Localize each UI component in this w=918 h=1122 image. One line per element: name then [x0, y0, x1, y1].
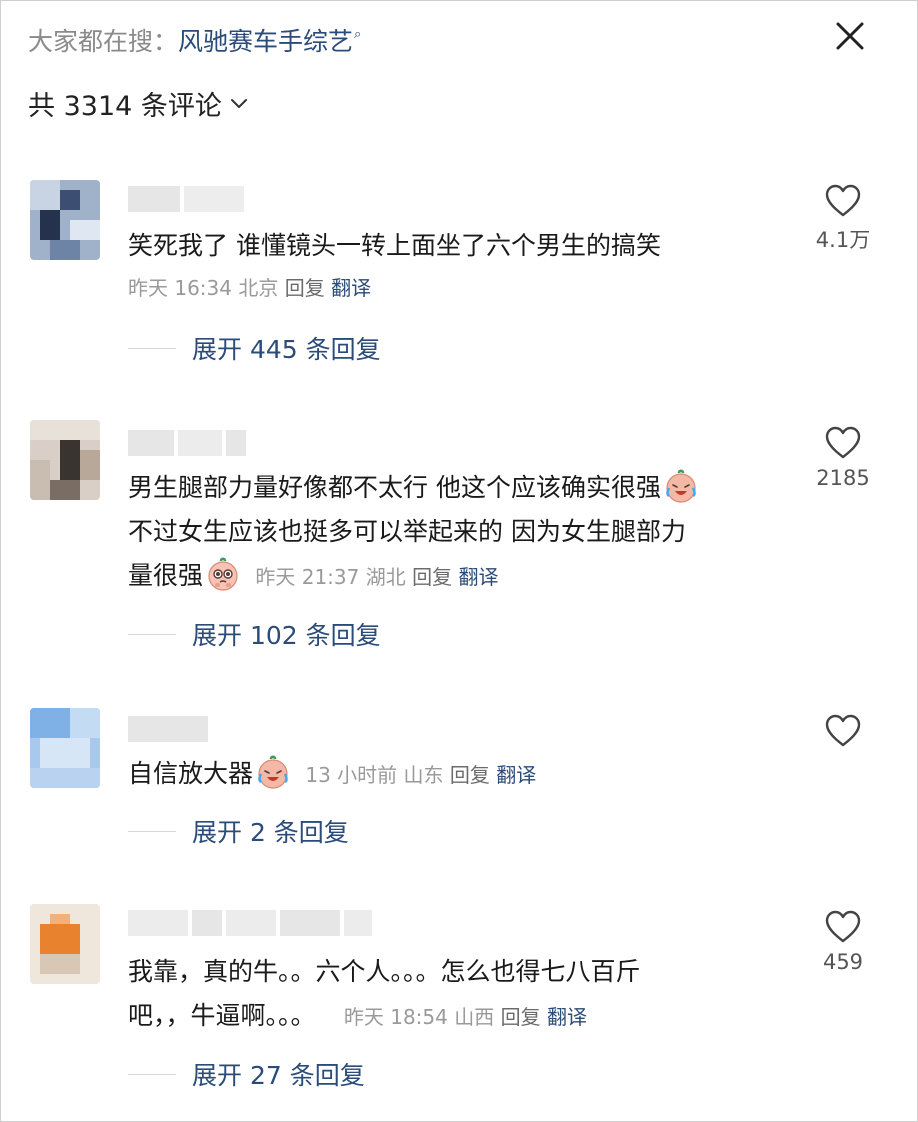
comment-time: 昨天 16:34 — [128, 276, 232, 300]
expand-replies[interactable]: 展开 102 条回复 — [128, 616, 381, 652]
chevron-down-icon — [230, 98, 247, 108]
comment-body: 男生腿部力量好像都不太行 他这个应该确实很强 — [128, 473, 661, 502]
comment-location: 山东 — [403, 763, 444, 787]
divider-line — [128, 830, 176, 832]
translate-button[interactable]: 翻译 — [331, 276, 371, 300]
username-blurred[interactable] — [128, 430, 246, 456]
expand-replies[interactable]: 展开 2 条回复 — [128, 813, 349, 849]
comment-body-line: 量很强 昨天 21:37 湖北 回复 翻译 — [128, 554, 778, 599]
heart-icon — [825, 714, 861, 747]
trending-search-term[interactable]: 风驰赛车手综艺 — [178, 27, 353, 56]
comment-body: 吧，，牛逼啊。。。 — [128, 1001, 316, 1030]
comment-count-sort[interactable]: 共 3314 条评论 — [28, 84, 248, 123]
avatar[interactable] — [30, 904, 100, 984]
search-icon: ⌕ — [354, 27, 362, 42]
reply-button[interactable]: 回复 — [412, 565, 452, 589]
like-button[interactable] — [812, 714, 874, 754]
heart-icon — [825, 184, 861, 217]
translate-button[interactable]: 翻译 — [458, 565, 498, 589]
close-icon[interactable] — [832, 18, 868, 54]
comment-location: 湖北 — [365, 565, 406, 589]
comment-body: 不过女生应该也挺多可以举起来的 因为女生腿部力 — [128, 517, 686, 546]
avatar[interactable] — [30, 180, 100, 260]
translate-button[interactable]: 翻译 — [496, 763, 536, 787]
comment-location: 北京 — [238, 276, 279, 300]
pleading-emoji — [208, 557, 238, 591]
comment-meta: 昨天 16:34 北京 回复 翻译 — [128, 268, 778, 308]
comment-text: 我靠，真的牛。。六个人。。。怎么也得七八百斤 吧，，牛逼啊。。。 昨天 18:5… — [128, 950, 778, 1039]
like-count: 459 — [822, 950, 864, 974]
avatar[interactable] — [30, 420, 100, 500]
comment-body-line: 自信放大器 13 小时前 山东 回复 翻译 — [128, 752, 778, 797]
expand-replies[interactable]: 展开 27 条回复 — [128, 1056, 365, 1092]
expand-replies-label: 展开 445 条回复 — [192, 335, 381, 364]
expand-replies[interactable]: 展开 445 条回复 — [128, 330, 381, 366]
comment-body-line: 吧，，牛逼啊。。。 昨天 18:54 山西 回复 翻译 — [128, 994, 778, 1039]
like-button[interactable]: 4.1万 — [812, 184, 874, 254]
expand-replies-label: 展开 102 条回复 — [192, 621, 381, 650]
reply-button[interactable]: 回复 — [501, 1005, 541, 1029]
comment-body: 我靠，真的牛。。六个人。。。怎么也得七八百斤 — [128, 957, 641, 986]
comment-count: 共 3314 条评论 — [28, 91, 222, 122]
comment-body: 量很强 — [128, 561, 204, 590]
comment-body: 笑死我了 谁懂镜头一转上面坐了六个男生的搞笑 — [128, 231, 661, 260]
comment-time: 昨天 21:37 — [255, 565, 360, 589]
avatar[interactable] — [30, 708, 100, 788]
trending-search-hint[interactable]: 大家都在搜：风驰赛车手综艺⌕ — [28, 22, 361, 58]
username-blurred[interactable] — [128, 910, 372, 936]
comment-meta: 昨天 18:54 山西 回复 翻译 — [338, 1005, 587, 1029]
translate-button[interactable]: 翻译 — [547, 1005, 587, 1029]
heart-icon — [825, 426, 861, 459]
reply-button[interactable]: 回复 — [285, 276, 325, 300]
comment-location: 山西 — [454, 1005, 495, 1029]
like-count: 2185 — [816, 466, 870, 490]
divider-line — [128, 633, 176, 635]
comment-text: 自信放大器 13 小时前 山东 回复 翻译 — [128, 752, 778, 797]
divider-line — [128, 347, 176, 349]
comment-text: 笑死我了 谁懂镜头一转上面坐了六个男生的搞笑 昨天 16:34 北京 回复 翻译 — [128, 224, 778, 308]
username-blurred[interactable] — [128, 716, 208, 742]
crying-laughing-emoji — [258, 755, 288, 789]
username-blurred[interactable] — [128, 186, 244, 212]
comment-body: 自信放大器 — [128, 759, 254, 788]
like-button[interactable]: 2185 — [812, 426, 874, 490]
search-prefix: 大家都在搜： — [28, 27, 179, 56]
comment-time: 昨天 18:54 — [343, 1005, 448, 1029]
crying-laughing-emoji — [666, 469, 696, 503]
comment-meta: 13 小时前 山东 回复 翻译 — [299, 763, 536, 787]
comment-text: 男生腿部力量好像都不太行 他这个应该确实很强 不过女生应该也挺多可以举起来的 因… — [128, 466, 778, 599]
like-button[interactable]: 459 — [812, 910, 874, 974]
expand-replies-label: 展开 2 条回复 — [192, 818, 349, 847]
heart-icon — [825, 910, 861, 943]
reply-button[interactable]: 回复 — [450, 763, 490, 787]
comment-meta: 昨天 21:37 湖北 回复 翻译 — [249, 565, 498, 589]
comment-body-line: 男生腿部力量好像都不太行 他这个应该确实很强 — [128, 466, 778, 510]
comment-time: 13 小时前 — [305, 763, 398, 787]
like-count: 4.1万 — [815, 228, 871, 252]
expand-replies-label: 展开 27 条回复 — [192, 1061, 365, 1090]
divider-line — [128, 1073, 176, 1075]
